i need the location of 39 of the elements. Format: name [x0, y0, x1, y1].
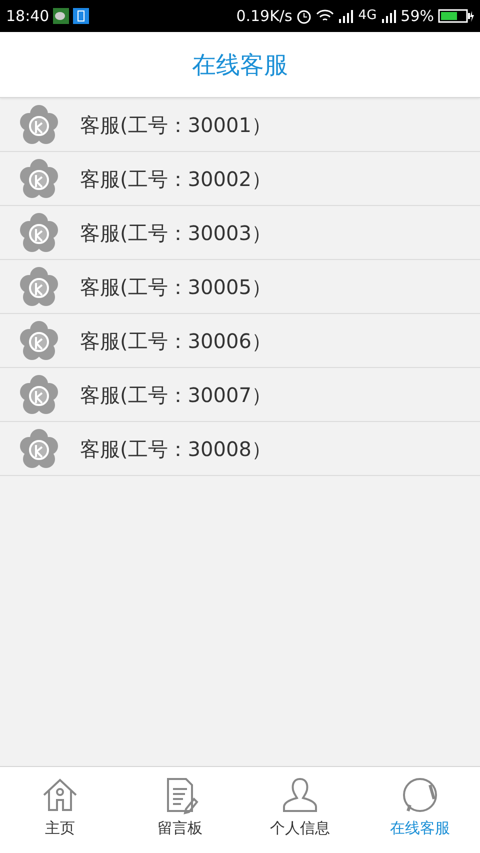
flower-avatar-icon: [18, 320, 60, 362]
nav-tab[interactable]: 个人信息: [240, 767, 360, 853]
nav-tab[interactable]: 在线客服: [360, 767, 480, 853]
page-title: 在线客服: [192, 50, 288, 80]
signal-icon: [380, 9, 397, 23]
flower-avatar-icon: [18, 428, 60, 470]
battery-saver-icon: [73, 8, 90, 24]
status-time: 18:40: [6, 6, 50, 27]
nav-tab[interactable]: 留言板: [120, 767, 240, 853]
agent-name: 客服(工号：30001）: [80, 112, 272, 138]
agent-name: 客服(工号：30007）: [80, 382, 272, 408]
agent-row[interactable]: 客服(工号：30002）: [0, 152, 480, 206]
wifi-icon: [316, 9, 334, 23]
flower-avatar-icon: [18, 104, 60, 146]
agent-name: 客服(工号：30003）: [80, 220, 272, 246]
battery-icon: [438, 9, 474, 23]
flower-avatar-icon: [18, 374, 60, 416]
headset-icon: [400, 775, 440, 815]
signal-icon: [338, 9, 354, 23]
flower-avatar-icon: [18, 212, 60, 254]
flower-avatar-icon: [18, 266, 60, 308]
battery-percent: 59%: [400, 6, 434, 27]
nav-tab[interactable]: 主页: [0, 767, 120, 853]
agent-name: 客服(工号：30006）: [80, 328, 272, 354]
network-type: 4G: [358, 7, 377, 26]
network-speed: 0.19K/s: [236, 6, 292, 27]
agent-name: 客服(工号：30002）: [80, 166, 272, 192]
agent-name: 客服(工号：30005）: [80, 274, 272, 300]
agent-row[interactable]: 客服(工号：30005）: [0, 260, 480, 314]
flower-avatar-icon: [18, 158, 60, 200]
agent-row[interactable]: 客服(工号：30001）: [0, 98, 480, 152]
chat-icon: [53, 8, 70, 24]
agent-row[interactable]: 客服(工号：30003）: [0, 206, 480, 260]
agent-row[interactable]: 客服(工号：30007）: [0, 368, 480, 422]
agent-name: 客服(工号：30008）: [80, 436, 272, 462]
agent-row[interactable]: 客服(工号：30006）: [0, 314, 480, 368]
alarm-icon: [296, 8, 312, 24]
person-icon: [280, 775, 320, 815]
agent-row[interactable]: 客服(工号：30008）: [0, 422, 480, 476]
